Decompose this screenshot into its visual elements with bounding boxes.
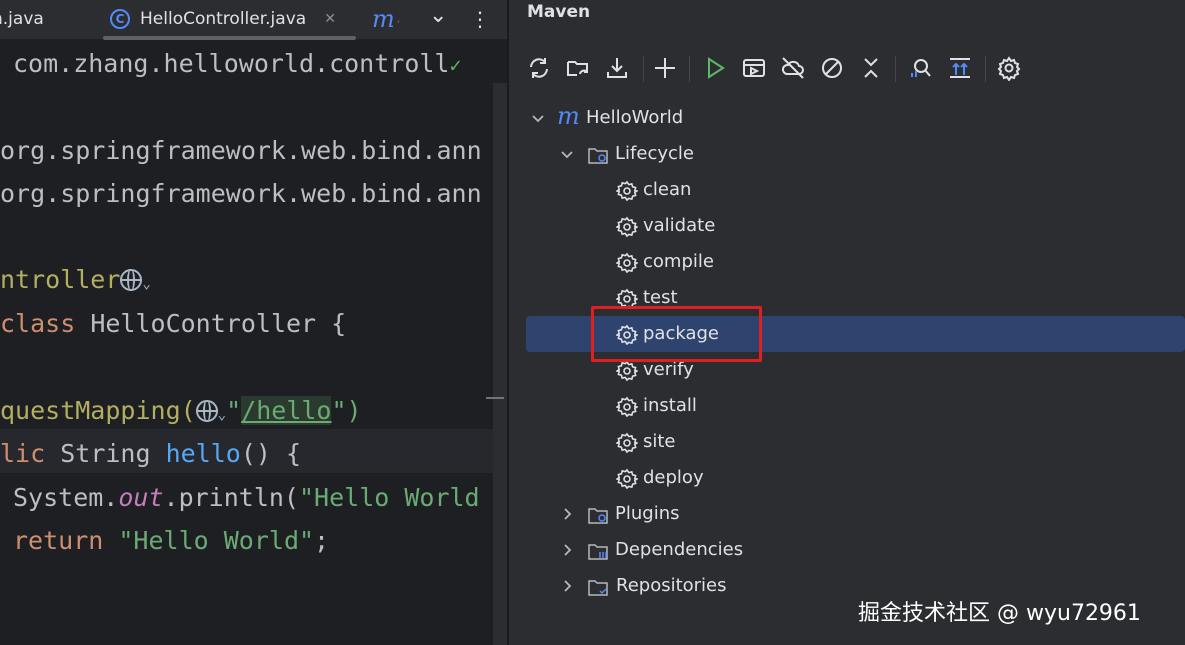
editor-scrollbar[interactable] <box>493 83 507 645</box>
chevron-down-icon[interactable] <box>559 146 575 162</box>
tab-maven-pom[interactable]: m ‚ <box>372 0 400 38</box>
folder-dependencies-icon <box>588 544 608 560</box>
code-line-println: System.out.println("Hello World <box>13 483 480 512</box>
watermark: 掘金技术社区 @ wyu72961 <box>858 601 1141 626</box>
gear-icon <box>614 180 640 202</box>
offline-icon[interactable] <box>777 52 809 84</box>
maven-icon: m <box>372 5 395 33</box>
tree-item-label: install <box>643 395 697 416</box>
tree-item-label: site <box>643 431 676 452</box>
tree-item-phase-validate[interactable]: validate <box>509 208 1185 244</box>
reload-icon[interactable] <box>523 52 555 84</box>
code-line-import-1: org.springframework.web.bind.ann <box>0 136 482 165</box>
maven-toolbar <box>509 44 1185 92</box>
chevron-down-icon[interactable]: ⌄ <box>142 276 150 292</box>
chevron-down-icon[interactable]: ⌄ <box>429 0 447 34</box>
class-c-icon: C <box>110 9 130 29</box>
more-menu-icon[interactable]: ⋮ <box>470 0 490 38</box>
tree-item-plugins[interactable]: Plugins <box>509 496 1185 532</box>
code-line-method: lic String hello() { <box>0 439 302 468</box>
globe-icon[interactable] <box>195 400 218 422</box>
collapse-icon[interactable] <box>855 52 887 84</box>
toolbar-separator <box>985 56 986 82</box>
chevron-down-icon[interactable]: ⌄ <box>218 407 226 423</box>
gear-icon <box>614 252 640 274</box>
tree-item-label: validate <box>643 215 716 236</box>
code-line-annotation: ntroller ⌄ <box>0 265 151 294</box>
tree-item-label: HelloWorld <box>586 107 684 128</box>
scroll-marker <box>486 397 504 399</box>
tab-label: n.java <box>0 9 44 29</box>
tree-item-phase-install[interactable]: install <box>509 388 1185 424</box>
tree-item-label: Repositories <box>616 575 727 596</box>
download-icon[interactable] <box>601 52 633 84</box>
chevron-down-icon[interactable] <box>530 110 546 126</box>
settings-icon[interactable] <box>993 52 1025 84</box>
tab-label: HelloController.java <box>140 9 307 29</box>
chevron-right-icon[interactable] <box>559 542 575 558</box>
code-line-import-2: org.springframework.web.bind.ann <box>0 179 482 208</box>
show-deps-icon[interactable] <box>944 52 976 84</box>
tree-item-phase-site[interactable]: site <box>509 424 1185 460</box>
toolbar-separator <box>689 56 690 82</box>
editor-tab-bar: n.java C HelloController.java ✕ m ‚ ⌄ ⋮ <box>0 0 507 40</box>
tree-item-helloworld[interactable]: m HelloWorld <box>509 100 1185 136</box>
tree-item-phase-compile[interactable]: compile <box>509 244 1185 280</box>
gear-icon <box>614 468 640 490</box>
folder-repository-icon <box>588 580 608 596</box>
tree-item-label: compile <box>643 251 714 272</box>
gear-icon <box>614 360 640 382</box>
check-icon: ✓ <box>449 53 462 77</box>
tree-item-label: Plugins <box>615 503 680 524</box>
code-line-package: com.zhang.helloworld.controll✓ <box>13 49 462 78</box>
folder-plugin-icon <box>588 508 608 524</box>
chevron-right-icon[interactable] <box>559 506 575 522</box>
tab-hellocontroller[interactable]: C HelloController.java ✕ <box>110 0 336 38</box>
reload-folder-icon[interactable] <box>562 52 594 84</box>
tree-item-dependencies[interactable]: Dependencies <box>509 532 1185 568</box>
code-line-class: class HelloController { <box>0 309 347 338</box>
tree-item-lifecycle[interactable]: Lifecycle <box>509 136 1185 172</box>
code-editor: n.java C HelloController.java ✕ m ‚ ⌄ ⋮ … <box>0 0 507 645</box>
toolbar-separator <box>643 56 644 82</box>
chevron-right-icon[interactable] <box>559 578 575 594</box>
tab-previous-file[interactable]: n.java <box>0 0 44 38</box>
tree-item-label: deploy <box>643 467 704 488</box>
tree-item-label: clean <box>643 179 692 200</box>
highlight-annotation-box <box>591 306 762 362</box>
tree-item-phase-clean[interactable]: clean <box>509 172 1185 208</box>
skip-tests-icon[interactable] <box>816 52 848 84</box>
gear-icon <box>614 396 640 418</box>
run-icon[interactable] <box>699 52 731 84</box>
run-config-icon[interactable] <box>738 52 770 84</box>
close-icon[interactable]: ✕ <box>324 11 336 27</box>
gear-icon <box>614 432 640 454</box>
toolbar-separator <box>895 56 896 82</box>
add-icon[interactable] <box>649 52 681 84</box>
code-line-mapping: questMapping(⌄"/hello") <box>0 396 362 425</box>
tree-item-label: Dependencies <box>615 539 744 560</box>
analyze-icon[interactable] <box>905 52 937 84</box>
tree-item-phase-deploy[interactable]: deploy <box>509 460 1185 496</box>
tree-item-label: Lifecycle <box>615 143 694 164</box>
folder-gear-icon <box>588 148 608 164</box>
panel-title: Maven <box>527 2 591 22</box>
globe-icon[interactable] <box>120 269 143 291</box>
code-line-return: return "Hello World"; <box>13 526 330 555</box>
gear-icon <box>614 216 640 238</box>
maven-icon: m <box>557 102 580 130</box>
